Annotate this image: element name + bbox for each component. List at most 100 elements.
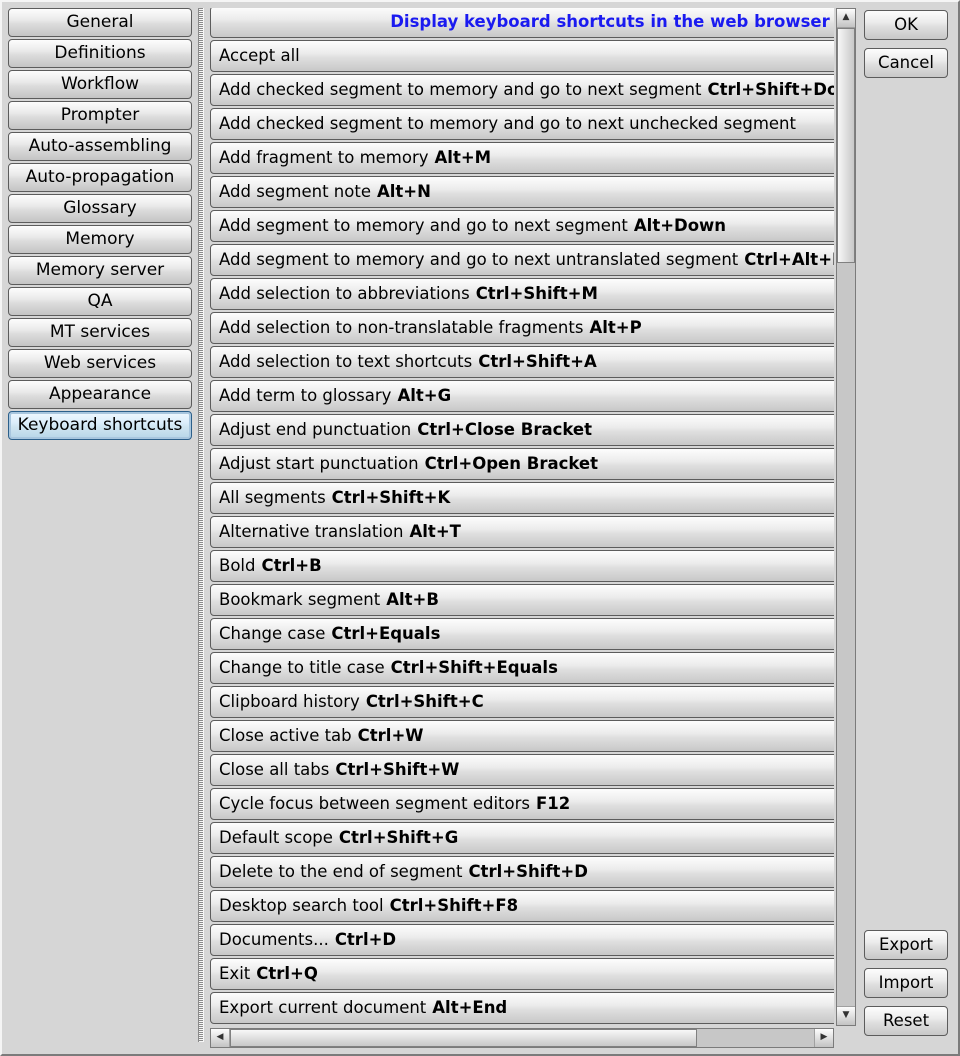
sidebar-item-keyboard-shortcuts[interactable]: Keyboard shortcuts xyxy=(8,411,192,440)
shortcut-key: F12 xyxy=(536,794,570,813)
sidebar-item-definitions[interactable]: Definitions xyxy=(8,39,192,68)
shortcut-row[interactable]: Add selection to text shortcutsCtrl+Shif… xyxy=(210,346,834,378)
shortcut-name: Cycle focus between segment editors xyxy=(219,794,530,813)
shortcut-row[interactable]: Close all tabsCtrl+Shift+W xyxy=(210,754,834,786)
scroll-down-arrow-icon[interactable]: ▼ xyxy=(837,1007,855,1025)
shortcut-name: All segments xyxy=(219,488,326,507)
shortcut-name: Default scope xyxy=(219,828,333,847)
shortcut-name: Close all tabs xyxy=(219,760,329,779)
reset-button[interactable]: Reset xyxy=(864,1006,948,1036)
shortcut-row[interactable]: Clipboard history Ctrl+Shift+C xyxy=(210,686,834,718)
shortcut-row[interactable]: All segments Ctrl+Shift+K xyxy=(210,482,834,514)
export-button[interactable]: Export xyxy=(864,930,948,960)
shortcut-row[interactable]: Bold Ctrl+B xyxy=(210,550,834,582)
import-button[interactable]: Import xyxy=(864,968,948,998)
shortcut-key: Alt+N xyxy=(377,182,431,201)
shortcut-key: Alt+P xyxy=(589,318,641,337)
sidebar-item-prompter[interactable]: Prompter xyxy=(8,101,192,130)
sidebar-item-general[interactable]: General xyxy=(8,8,192,37)
shortcut-name: Exit xyxy=(219,964,250,983)
shortcut-key: Ctrl+Q xyxy=(256,964,318,983)
shortcut-name: Add term to glossary xyxy=(219,386,391,405)
hscroll-track[interactable] xyxy=(229,1029,815,1047)
shortcut-row[interactable]: Add selection to non-translatable fragme… xyxy=(210,312,834,344)
preferences-sidebar: GeneralDefinitionsWorkflowPrompterAuto-a… xyxy=(2,2,198,1054)
horizontal-scrollbar[interactable]: ◀ ▶ xyxy=(210,1028,834,1048)
shortcut-row[interactable]: Add segment note Alt+N xyxy=(210,176,834,208)
shortcut-row[interactable]: Default scope Ctrl+Shift+G xyxy=(210,822,834,854)
scroll-right-arrow-icon[interactable]: ▶ xyxy=(815,1029,833,1047)
shortcut-name: Add fragment to memory xyxy=(219,148,429,167)
shortcut-key: Alt+G xyxy=(397,386,451,405)
shortcut-key: Ctrl+Shift+K xyxy=(332,488,451,507)
shortcut-name: Add selection to non-translatable fragme… xyxy=(219,318,583,337)
shortcut-name: Adjust end punctuation xyxy=(219,420,411,439)
shortcut-key: Ctrl+Alt+Down xyxy=(744,250,834,269)
shortcut-name: Alternative translation xyxy=(219,522,404,541)
spacer xyxy=(864,86,948,930)
shortcuts-list: Display keyboard shortcuts in the web br… xyxy=(210,8,834,1026)
shortcut-key: Ctrl+Shift+G xyxy=(339,828,458,847)
shortcut-row[interactable]: Add segment to memory and go to next seg… xyxy=(210,210,834,242)
shortcut-key: Ctrl+Shift+C xyxy=(366,692,484,711)
shortcut-row[interactable]: Add checked segment to memory and go to … xyxy=(210,108,834,140)
vertical-scrollbar[interactable]: ▲ ▼ xyxy=(836,8,856,1026)
vscroll-thumb[interactable] xyxy=(837,28,855,263)
scroll-left-arrow-icon[interactable]: ◀ xyxy=(211,1029,229,1047)
sidebar-item-memory-server[interactable]: Memory server xyxy=(8,256,192,285)
shortcut-row[interactable]: Delete to the end of segmentCtrl+Shift+D xyxy=(210,856,834,888)
shortcuts-panel: Display keyboard shortcuts in the web br… xyxy=(204,2,858,1054)
shortcut-key: Ctrl+Shift+F8 xyxy=(390,896,519,915)
shortcut-row[interactable]: Adjust end punctuationCtrl+Close Bracket xyxy=(210,414,834,446)
shortcut-name: Bold xyxy=(219,556,255,575)
shortcut-row[interactable]: Exit Ctrl+Q xyxy=(210,958,834,990)
sidebar-item-glossary[interactable]: Glossary xyxy=(8,194,192,223)
sidebar-item-mt-services[interactable]: MT services xyxy=(8,318,192,347)
shortcut-row[interactable]: Close active tabCtrl+W xyxy=(210,720,834,752)
shortcut-name: Add selection to abbreviations xyxy=(219,284,470,303)
shortcut-row[interactable]: Add checked segment to memory and go to … xyxy=(210,74,834,106)
sidebar-item-auto-assembling[interactable]: Auto-assembling xyxy=(8,132,192,161)
shortcut-row[interactable]: Change to title caseCtrl+Shift+Equals xyxy=(210,652,834,684)
shortcut-name: Clipboard history xyxy=(219,692,360,711)
shortcut-row[interactable]: Export current documentAlt+End xyxy=(210,992,834,1024)
vscroll-track[interactable] xyxy=(837,27,855,1007)
shortcut-row[interactable]: Cycle focus between segment editors F12 xyxy=(210,788,834,820)
sidebar-item-auto-propagation[interactable]: Auto-propagation xyxy=(8,163,192,192)
shortcut-row[interactable]: Add selection to abbreviationsCtrl+Shift… xyxy=(210,278,834,310)
hscroll-thumb[interactable] xyxy=(230,1029,697,1047)
shortcut-row[interactable]: Desktop search toolCtrl+Shift+F8 xyxy=(210,890,834,922)
shortcut-row[interactable]: Bookmark segmentAlt+B xyxy=(210,584,834,616)
shortcut-key: Alt+Down xyxy=(634,216,726,235)
shortcut-row[interactable]: Add segment to memory and go to next unt… xyxy=(210,244,834,276)
sidebar-item-qa[interactable]: QA xyxy=(8,287,192,316)
sidebar-item-workflow[interactable]: Workflow xyxy=(8,70,192,99)
shortcut-name: Add selection to text shortcuts xyxy=(219,352,472,371)
shortcut-row[interactable]: Documents...Ctrl+D xyxy=(210,924,834,956)
shortcut-name: Add segment note xyxy=(219,182,371,201)
sidebar-item-appearance[interactable]: Appearance xyxy=(8,380,192,409)
scroll-up-arrow-icon[interactable]: ▲ xyxy=(837,9,855,27)
display-shortcuts-link[interactable]: Display keyboard shortcuts in the web br… xyxy=(210,8,834,38)
shortcut-name: Export current document xyxy=(219,998,426,1017)
shortcut-key: Ctrl+Open Bracket xyxy=(425,454,598,473)
shortcut-row[interactable]: Add fragment to memory Alt+M xyxy=(210,142,834,174)
shortcut-name: Add segment to memory and go to next unt… xyxy=(219,250,738,269)
shortcuts-list-wrapper: Display keyboard shortcuts in the web br… xyxy=(210,8,834,1048)
cancel-button[interactable]: Cancel xyxy=(864,48,948,78)
shortcut-key: Ctrl+W xyxy=(358,726,424,745)
ok-button[interactable]: OK xyxy=(864,10,948,40)
shortcut-row[interactable]: Add term to glossary Alt+G xyxy=(210,380,834,412)
shortcut-key: Alt+M xyxy=(435,148,492,167)
shortcut-row[interactable]: Adjust start punctuationCtrl+Open Bracke… xyxy=(210,448,834,480)
sidebar-item-memory[interactable]: Memory xyxy=(8,225,192,254)
shortcuts-viewport: Display keyboard shortcuts in the web br… xyxy=(210,8,834,1026)
shortcut-name: Add checked segment to memory and go to … xyxy=(219,80,701,99)
sidebar-item-web-services[interactable]: Web services xyxy=(8,349,192,378)
shortcut-row[interactable]: Change caseCtrl+Equals xyxy=(210,618,834,650)
shortcut-key: Ctrl+D xyxy=(335,930,396,949)
shortcut-row[interactable]: Alternative translationAlt+T xyxy=(210,516,834,548)
shortcut-row[interactable]: Accept all xyxy=(210,40,834,72)
shortcut-key: Ctrl+B xyxy=(261,556,321,575)
shortcut-name: Accept all xyxy=(219,46,300,65)
